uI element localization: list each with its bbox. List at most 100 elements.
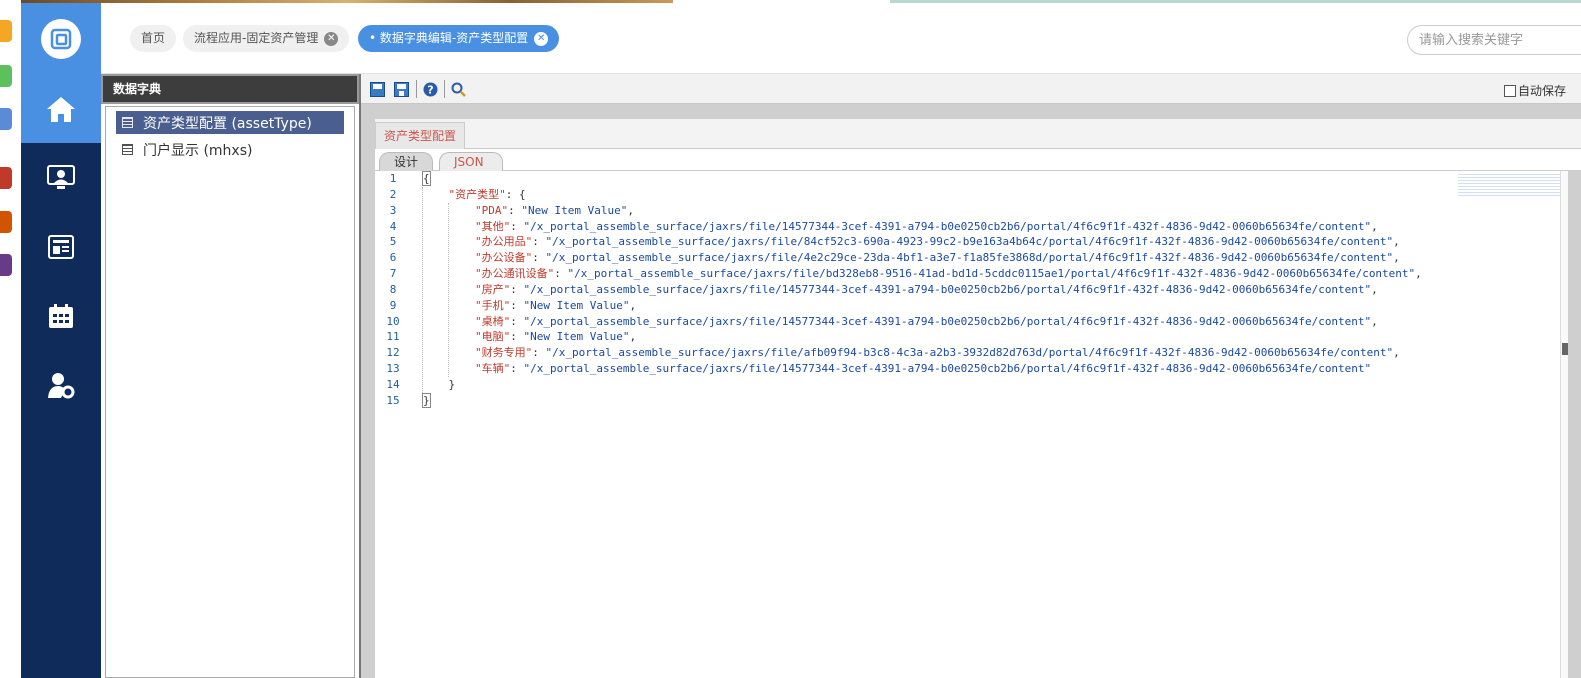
json-key: "其他"	[474, 219, 511, 233]
json-key: "财务专用"	[474, 346, 533, 360]
line-number: 3	[389, 203, 397, 217]
search-icon[interactable]	[451, 82, 466, 97]
autosave-checkbox[interactable]	[1503, 84, 1516, 97]
line-number-gutter: 1 2 3 4 5 6 7 8 9 10 11 12 13 14 15	[375, 171, 411, 678]
code-line: "办公通讯设备": "/x_portal_assemble_surface/ja…	[422, 266, 1542, 282]
code-token: : {	[505, 187, 526, 201]
code-token: ,	[629, 298, 637, 312]
dictionary-title: 数据字典	[101, 74, 359, 104]
json-key: "电脑"	[474, 330, 511, 344]
code-line: }	[422, 377, 1542, 393]
table-icon	[122, 117, 133, 128]
search-input[interactable]	[1407, 25, 1581, 55]
json-value: "/x_portal_assemble_surface/jaxrs/file/1…	[523, 219, 1372, 233]
calendar-icon	[49, 303, 73, 328]
code-line: "手机": "New Item Value",	[422, 298, 1542, 314]
code-token: :	[532, 251, 546, 265]
json-key: "办公设备"	[474, 251, 533, 265]
code-token: :	[532, 346, 546, 360]
json-value: "/x_portal_assemble_surface/jaxrs/file/b…	[567, 267, 1416, 281]
nav-home[interactable]	[21, 74, 101, 143]
code-token: :	[508, 203, 522, 217]
code-line: }	[422, 392, 1542, 409]
line-number: 14	[386, 377, 400, 391]
json-value: "/x_portal_assemble_surface/jaxrs/file/4…	[545, 251, 1394, 265]
code-token: }	[422, 377, 456, 391]
code-line: "财务专用": "/x_portal_assemble_surface/jaxr…	[422, 345, 1542, 361]
tab-asset-management[interactable]: 流程应用-固定资产管理 ✕	[183, 25, 350, 52]
code-token: :	[510, 282, 524, 296]
nav-news[interactable]	[21, 212, 101, 281]
close-icon[interactable]: ✕	[324, 31, 339, 46]
user-screen-icon	[47, 164, 75, 189]
chat-app-icon[interactable]	[0, 65, 12, 87]
autosave-label: 自动保存	[1517, 84, 1566, 98]
table-icon	[122, 144, 133, 155]
dictionary-item-mhxs[interactable]: 门户显示 (mhxs)	[116, 138, 344, 161]
tab-json[interactable]: JSON	[439, 152, 503, 171]
tab-label: 流程应用-固定资产管理	[194, 31, 319, 45]
line-number: 13	[386, 362, 400, 376]
code-line: "电脑": "New Item Value",	[422, 329, 1542, 345]
code-token: :	[532, 235, 546, 249]
help-icon[interactable]: ?	[423, 82, 438, 97]
game-app-icon[interactable]	[0, 167, 12, 189]
code-line: "办公设备": "/x_portal_assemble_surface/jaxr…	[422, 250, 1542, 266]
code-token: ,	[1371, 314, 1378, 328]
tab-dot-icon: •	[369, 31, 380, 45]
autosave-toggle[interactable]: 自动保存	[1503, 82, 1566, 99]
scrollbar-thumb[interactable]	[1562, 343, 1568, 355]
code-scrollbar[interactable]	[1560, 171, 1568, 678]
code-line: "资产类型": {	[422, 187, 1542, 203]
app-logo[interactable]	[21, 3, 101, 74]
code-token: :	[510, 330, 524, 344]
code-minimap[interactable]	[1458, 174, 1566, 198]
nav-user-settings[interactable]	[21, 350, 101, 419]
json-key: "桌椅"	[474, 314, 511, 328]
code-token: ,	[1393, 235, 1400, 249]
game-app-icon-2[interactable]	[0, 211, 12, 233]
dictionary-list: 资产类型配置 (assetType) 门户显示 (mhxs)	[105, 106, 355, 678]
json-key: "车辆"	[474, 362, 511, 376]
tab-dictionary-edit[interactable]: • 数据字典编辑-资产类型配置 ✕	[358, 25, 560, 52]
code-token: ,	[1371, 219, 1378, 233]
tab-design[interactable]: 设计	[379, 152, 434, 171]
document-app-icon[interactable]	[0, 108, 12, 130]
line-number: 9	[389, 298, 397, 312]
top-bar: 首页 流程应用-固定资产管理 ✕ • 数据字典编辑-资产类型配置 ✕	[101, 3, 1581, 74]
json-code-editor[interactable]: 1 2 3 4 5 6 7 8 9 10 11 12 13 14 15 { "资产类型": { "PDA":…	[375, 171, 1566, 678]
logo-icon	[41, 18, 81, 59]
nav-calendar[interactable]	[21, 281, 101, 350]
star-app-icon[interactable]	[0, 20, 12, 42]
dictionary-item-label: 资产类型配置 (assetType)	[143, 115, 312, 132]
code-token: :	[510, 298, 524, 312]
nav-workspace[interactable]	[21, 143, 101, 212]
game-app-icon-3[interactable]	[0, 254, 12, 276]
save-icon[interactable]	[370, 82, 385, 97]
editor-toolbar: ? 自动保存	[361, 74, 1581, 104]
code-token: :	[554, 267, 568, 281]
code-line: "房产": "/x_portal_assemble_surface/jaxrs/…	[422, 282, 1542, 298]
form-tab-row: 资产类型配置	[375, 119, 1581, 149]
json-value: "/x_portal_assemble_surface/jaxrs/file/1…	[523, 362, 1372, 376]
code-token: ,	[1371, 282, 1378, 296]
json-key: "办公用品"	[474, 235, 533, 249]
close-icon[interactable]: ✕	[534, 31, 549, 46]
line-number: 1	[389, 172, 397, 185]
code-token: :	[510, 362, 524, 376]
save-as-icon[interactable]	[394, 82, 409, 97]
code-line: "桌椅": "/x_portal_assemble_surface/jaxrs/…	[422, 314, 1542, 330]
json-key: "PDA"	[474, 203, 509, 217]
code-line: "办公用品": "/x_portal_assemble_surface/jaxr…	[422, 234, 1542, 250]
open-brace: {	[422, 171, 431, 186]
tab-home[interactable]: 首页	[130, 25, 177, 52]
tab-asset-type-config[interactable]: 资产类型配置	[375, 122, 466, 149]
dictionary-item-assettype[interactable]: 资产类型配置 (assetType)	[116, 111, 344, 134]
